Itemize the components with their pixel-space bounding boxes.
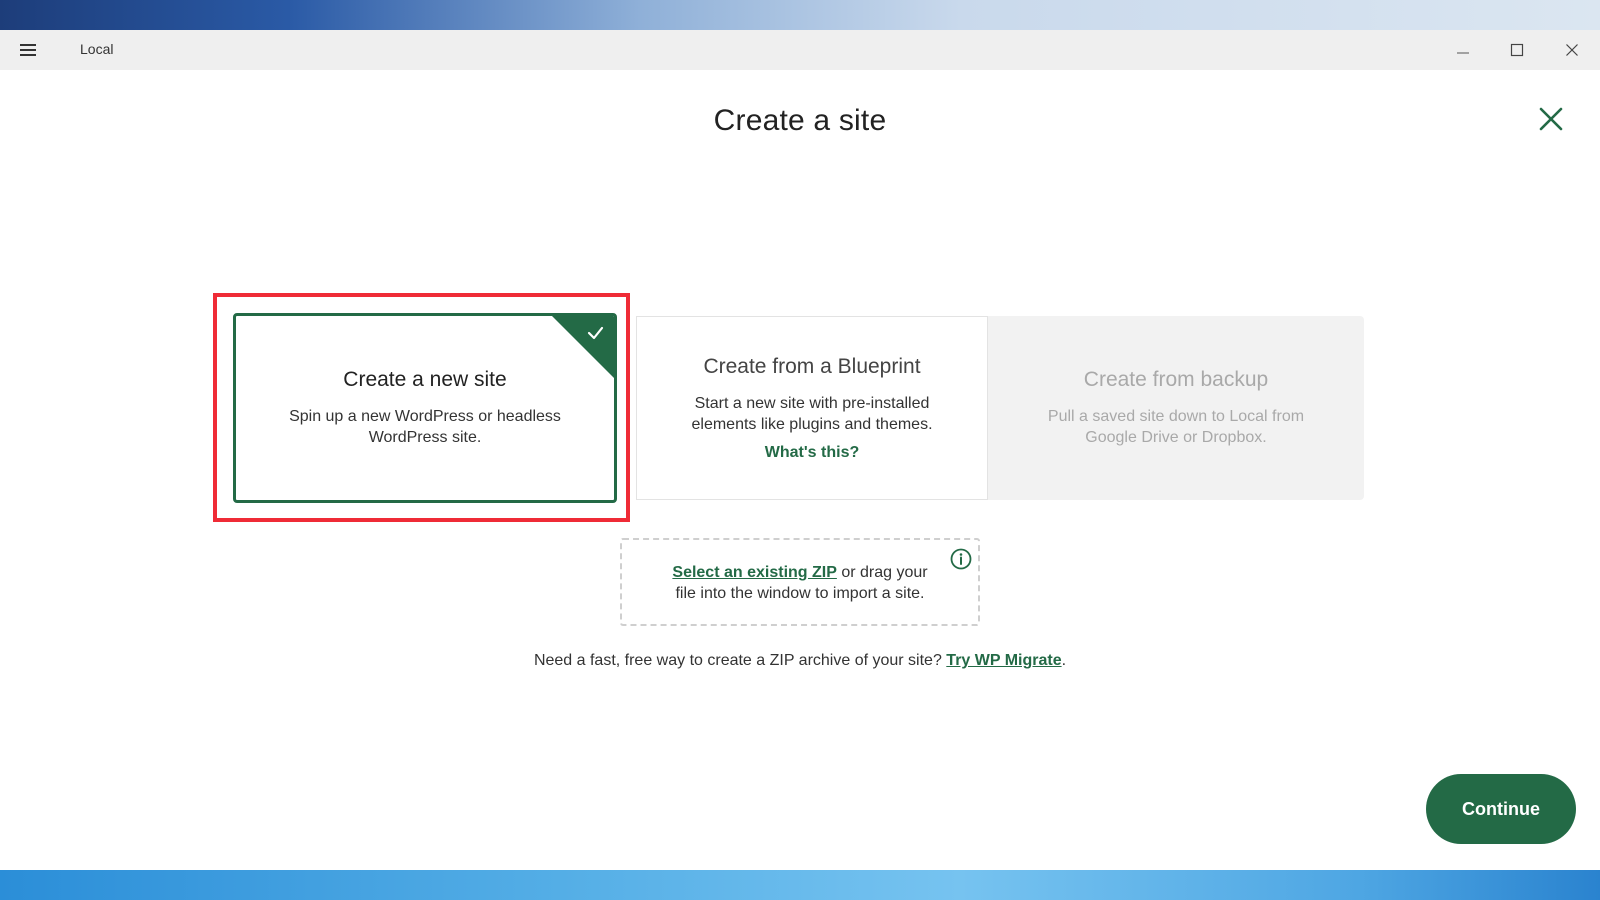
select-existing-zip-link[interactable]: Select an existing ZIP bbox=[672, 564, 837, 581]
hamburger-menu-icon bbox=[20, 44, 36, 56]
close-icon bbox=[1539, 107, 1563, 131]
window-titlebar: Local bbox=[0, 30, 1600, 70]
minimize-icon bbox=[1457, 52, 1469, 54]
card-title: Create from backup bbox=[1083, 368, 1269, 391]
card-create-from-blueprint[interactable]: Create from a Blueprint Start a new site… bbox=[636, 316, 988, 500]
zip-instructions-line2: file into the window to import a site. bbox=[675, 585, 925, 602]
card-create-new-site[interactable]: Create a new site Spin up a new WordPres… bbox=[233, 313, 617, 503]
zip-text-after-link: or drag your bbox=[836, 564, 928, 581]
card-description: Spin up a new WordPress or headless Word… bbox=[289, 408, 561, 446]
page-title: Create a site bbox=[713, 104, 887, 137]
window-maximize-button[interactable] bbox=[1490, 30, 1544, 70]
zip-instructions-line1: Select an existing ZIP or drag your bbox=[622, 562, 978, 583]
migrate-suffix: . bbox=[1061, 652, 1067, 669]
try-wp-migrate-link[interactable]: Try WP Migrate bbox=[946, 652, 1061, 669]
desktop-background-top bbox=[0, 0, 1600, 30]
close-icon bbox=[1566, 44, 1578, 56]
window-close-button[interactable] bbox=[1545, 30, 1599, 70]
card-description: Pull a saved site down to Local from Goo… bbox=[1047, 408, 1305, 446]
app-title: Local bbox=[80, 41, 114, 57]
close-page-button[interactable] bbox=[1536, 104, 1566, 134]
wp-migrate-hint: Need a fast, free way to create a ZIP ar… bbox=[0, 652, 1600, 670]
zip-drop-zone[interactable]: Select an existing ZIP or drag your file… bbox=[620, 538, 980, 626]
whats-this-link[interactable]: What's this? bbox=[765, 444, 859, 462]
card-title: Create a new site bbox=[343, 368, 507, 391]
selected-corner-badge bbox=[552, 316, 614, 378]
card-title: Create from a Blueprint bbox=[703, 354, 921, 378]
desktop-background-bottom bbox=[0, 870, 1600, 900]
card-description: Start a new site with pre-installed elem… bbox=[691, 394, 933, 433]
maximize-icon bbox=[1510, 43, 1524, 57]
info-icon[interactable] bbox=[950, 548, 972, 570]
card-create-from-backup[interactable]: Create from backup Pull a saved site dow… bbox=[988, 316, 1364, 500]
hamburger-menu-button[interactable] bbox=[14, 38, 42, 62]
continue-button[interactable]: Continue bbox=[1426, 774, 1576, 844]
migrate-text: Need a fast, free way to create a ZIP ar… bbox=[533, 652, 947, 669]
window-minimize-button[interactable] bbox=[1436, 30, 1490, 70]
